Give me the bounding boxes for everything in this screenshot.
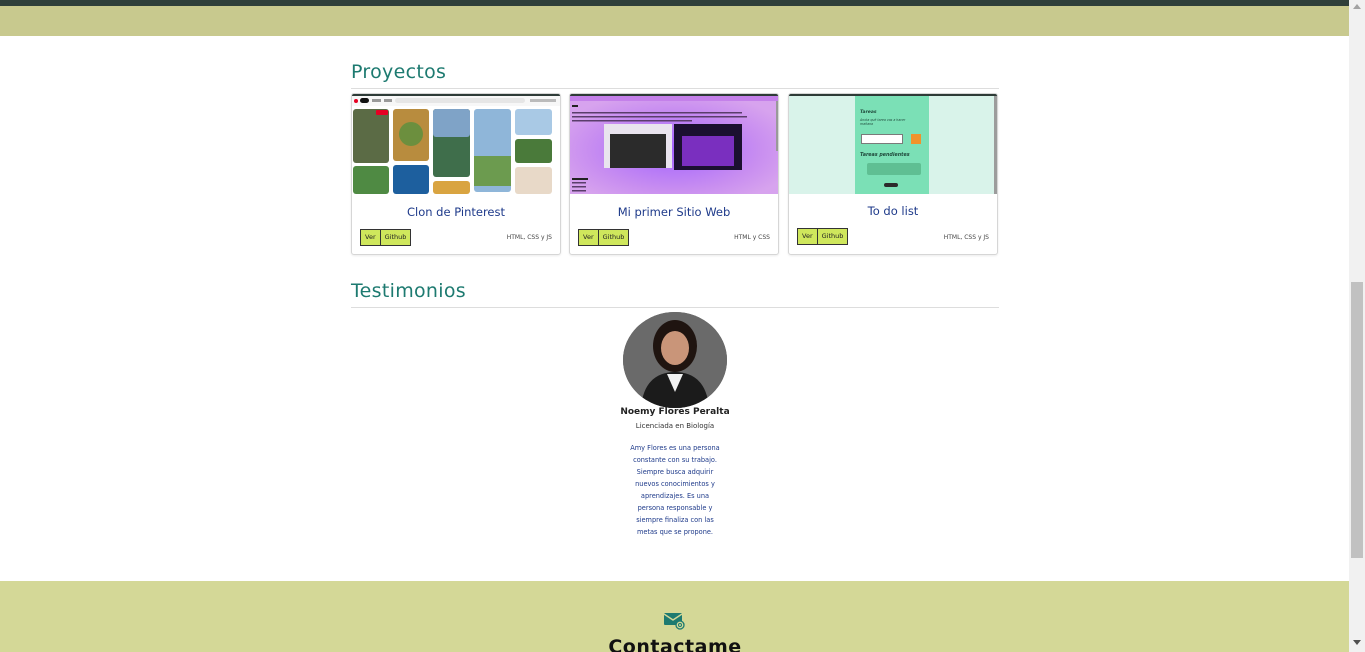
todo-preview-toggle: [884, 183, 898, 187]
view-button[interactable]: Ver: [360, 229, 381, 246]
todo-preview-panel: Tareas Anota qué tarea vas a hacer mañan…: [855, 96, 929, 194]
github-button[interactable]: Github: [598, 229, 630, 246]
scrollbar-thumb[interactable]: [1351, 282, 1363, 558]
project-title: Clon de Pinterest: [406, 205, 506, 219]
testimonial-role: Licenciada en Biología: [635, 422, 715, 430]
project-title: Mi primer Sitio Web: [617, 205, 731, 219]
testimonials-divider: [351, 307, 999, 308]
github-button[interactable]: Github: [380, 229, 412, 246]
testimonial-quote: Amy Flores es una persona constante con …: [630, 444, 720, 536]
view-button[interactable]: Ver: [797, 228, 818, 245]
todo-preview-input: [861, 134, 903, 144]
project-thumbnail-pinterest[interactable]: [352, 94, 560, 194]
todo-preview-add-button: [911, 134, 921, 144]
testimonial-avatar: [623, 312, 727, 408]
project-card-first-website: Mi primer Sitio Web Ver Github HTML y CS…: [569, 93, 779, 255]
testimonial-name: Noemy Flores Peralta: [620, 407, 730, 417]
contact-title: Contactame: [608, 636, 742, 652]
portfolio-page: Proyectos Clon de Pinterest Ver Github H…: [0, 0, 1349, 652]
scroll-down-arrow-icon[interactable]: [1353, 640, 1361, 645]
todo-preview-subheading: Anota qué tarea vas a hacer mañana: [860, 118, 906, 126]
projects-title: Proyectos: [351, 61, 447, 83]
todo-preview-heading: Tareas: [860, 110, 877, 115]
project-thumbnail-todo[interactable]: Tareas Anota qué tarea vas a hacer mañan…: [789, 94, 997, 194]
page-scrollbar[interactable]: [1349, 0, 1365, 652]
testimonials-title: Testimonios: [351, 280, 466, 302]
project-card-pinterest: Clon de Pinterest Ver Github HTML, CSS y…: [351, 93, 561, 255]
project-actions: Ver Github: [797, 228, 849, 245]
project-tech: HTML, CSS y JS: [943, 234, 989, 241]
todo-preview-pending: Tareas pendientes: [860, 153, 910, 158]
view-button[interactable]: Ver: [578, 229, 599, 246]
project-actions: Ver Github: [360, 229, 412, 246]
projects-divider: [351, 88, 999, 89]
project-card-todo: Tareas Anota qué tarea vas a hacer mañan…: [788, 93, 998, 255]
project-thumbnail-first-website[interactable]: [570, 94, 778, 194]
github-button[interactable]: Github: [817, 228, 849, 245]
header-band: [0, 6, 1349, 36]
todo-preview-scrollbar: [994, 96, 997, 194]
project-title: To do list: [867, 204, 919, 218]
todo-preview-item: [867, 163, 921, 175]
mail-icon: [663, 612, 685, 635]
project-tech: HTML y CSS: [734, 234, 770, 241]
scroll-up-arrow-icon[interactable]: [1353, 4, 1361, 9]
project-actions: Ver Github: [578, 229, 630, 246]
project-tech: HTML, CSS y JS: [506, 234, 552, 241]
